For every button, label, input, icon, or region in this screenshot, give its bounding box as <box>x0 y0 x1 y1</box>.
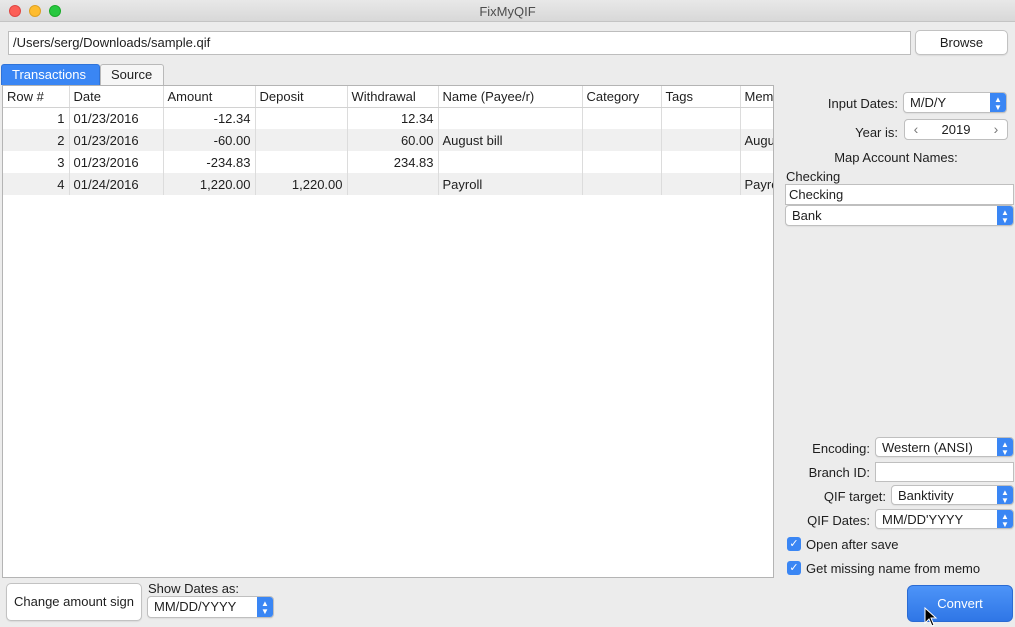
column-header-row-number[interactable]: Row # <box>3 86 70 108</box>
show-dates-select[interactable]: MM/DD/YYYY ▲ ▼ <box>147 596 274 618</box>
qif-target-value: Banktivity <box>898 488 954 503</box>
cell-deposit <box>255 151 348 173</box>
tab-source[interactable]: Source <box>100 64 164 85</box>
year-label: Year is: <box>855 125 898 140</box>
cell-category <box>582 151 662 173</box>
table-row[interactable]: 3 01/23/2016 -234.83 234.83 <box>3 151 773 173</box>
transactions-table: Row # Date Amount Deposit Withdrawal Nam… <box>2 85 774 578</box>
cell-memo: Augu <box>740 129 773 151</box>
column-header-deposit[interactable]: Deposit <box>255 86 348 108</box>
branch-id-label: Branch ID: <box>808 465 870 480</box>
account-type-select[interactable]: Bank ▲ ▼ <box>785 205 1014 226</box>
branch-id-field[interactable] <box>875 462 1014 482</box>
qif-dates-select[interactable]: MM/DD'YYYY ▲ ▼ <box>875 509 1014 529</box>
missing-name-label: Get missing name from memo <box>806 561 981 576</box>
cell-withdrawal: 234.83 <box>347 151 439 173</box>
cell-withdrawal: 12.34 <box>347 107 439 129</box>
open-after-save-label: Open after save <box>806 537 899 552</box>
encoding-label: Encoding: <box>812 441 870 456</box>
show-dates-label: Show Dates as: <box>148 581 240 596</box>
chevron-right-icon[interactable]: › <box>987 120 1005 139</box>
cell-tags <box>661 107 741 129</box>
cell-row-number: 3 <box>3 151 70 173</box>
chevron-up-down-icon: ▲ ▼ <box>997 206 1013 225</box>
cell-deposit <box>255 107 348 129</box>
input-dates-value: M/D/Y <box>910 95 947 110</box>
column-header-memo[interactable]: Mem <box>740 86 773 108</box>
missing-name-checkbox[interactable]: ✓ <box>787 561 801 575</box>
cell-amount: -234.83 <box>163 151 256 173</box>
chevron-up-down-icon: ▲ ▼ <box>997 486 1013 505</box>
qif-target-select[interactable]: Banktivity ▲ ▼ <box>891 485 1014 505</box>
cell-date: 01/23/2016 <box>69 129 164 151</box>
chevron-up-down-icon: ▲ ▼ <box>997 510 1013 529</box>
cell-row-number: 4 <box>3 173 70 195</box>
cell-memo <box>740 107 773 129</box>
cell-amount: 1,220.00 <box>163 173 256 195</box>
column-header-tags[interactable]: Tags <box>661 86 741 108</box>
cell-deposit <box>255 129 348 151</box>
cell-name <box>438 151 583 173</box>
title-bar: FixMyQIF <box>0 0 1015 22</box>
file-path-input[interactable]: /Users/serg/Downloads/sample.qif <box>8 31 911 55</box>
map-account-names-label: Map Account Names: <box>834 150 958 165</box>
cell-withdrawal <box>347 173 439 195</box>
cell-date: 01/24/2016 <box>69 173 164 195</box>
cell-date: 01/23/2016 <box>69 107 164 129</box>
show-dates-value: MM/DD/YYYY <box>154 599 237 614</box>
column-header-date[interactable]: Date <box>69 86 164 108</box>
cell-withdrawal: 60.00 <box>347 129 439 151</box>
convert-button[interactable]: Convert <box>907 585 1013 622</box>
cell-row-number: 2 <box>3 129 70 151</box>
account-name-field[interactable]: Checking <box>785 184 1014 205</box>
table-header-row: Row # Date Amount Deposit Withdrawal Nam… <box>3 86 773 108</box>
cell-memo <box>740 151 773 173</box>
cell-category <box>582 173 662 195</box>
cell-name <box>438 107 583 129</box>
column-header-name[interactable]: Name (Payee/r) <box>438 86 583 108</box>
year-value: 2019 <box>941 122 971 137</box>
table-row[interactable]: 2 01/23/2016 -60.00 60.00 August bill Au… <box>3 129 773 151</box>
cell-amount: -12.34 <box>163 107 256 129</box>
cell-category <box>582 129 662 151</box>
chevron-up-down-icon: ▲ ▼ <box>257 597 273 617</box>
cell-tags <box>661 151 741 173</box>
cell-tags <box>661 129 741 151</box>
browse-button[interactable]: Browse <box>915 30 1008 55</box>
cell-row-number: 1 <box>3 107 70 129</box>
column-header-amount[interactable]: Amount <box>163 86 256 108</box>
column-header-category[interactable]: Category <box>582 86 662 108</box>
account-type-value: Bank <box>792 208 822 223</box>
table-row[interactable]: 4 01/24/2016 1,220.00 1,220.00 Payroll P… <box>3 173 773 195</box>
cell-name: Payroll <box>438 173 583 195</box>
encoding-select[interactable]: Western (ANSI) ▲ ▼ <box>875 437 1014 457</box>
column-header-withdrawal[interactable]: Withdrawal <box>347 86 439 108</box>
chevron-up-down-icon: ▲ ▼ <box>997 438 1013 457</box>
chevron-up-down-icon: ▲ ▼ <box>990 93 1006 112</box>
cell-memo: Payro <box>740 173 773 195</box>
cell-amount: -60.00 <box>163 129 256 151</box>
year-stepper[interactable]: ‹ 2019 › <box>904 119 1008 140</box>
cell-deposit: 1,220.00 <box>255 173 348 195</box>
qif-dates-label: QIF Dates: <box>807 513 870 528</box>
input-dates-select[interactable]: M/D/Y ▲ ▼ <box>903 92 1007 113</box>
mouse-pointer-icon <box>924 607 938 627</box>
cell-date: 01/23/2016 <box>69 151 164 173</box>
open-after-save-checkbox[interactable]: ✓ <box>787 537 801 551</box>
tab-transactions[interactable]: Transactions <box>1 64 100 85</box>
cell-name: August bill <box>438 129 583 151</box>
cell-category <box>582 107 662 129</box>
window-title: FixMyQIF <box>479 4 536 19</box>
account-name-label: Checking <box>786 169 841 184</box>
cell-tags <box>661 173 741 195</box>
qif-dates-value: MM/DD'YYYY <box>882 512 964 527</box>
input-dates-label: Input Dates: <box>827 96 898 111</box>
qif-target-label: QIF target: <box>823 489 886 504</box>
table-row[interactable]: 1 01/23/2016 -12.34 12.34 <box>3 107 773 129</box>
encoding-value: Western (ANSI) <box>882 440 973 455</box>
chevron-left-icon[interactable]: ‹ <box>907 120 925 139</box>
change-amount-sign-button[interactable]: Change amount sign <box>6 583 142 621</box>
